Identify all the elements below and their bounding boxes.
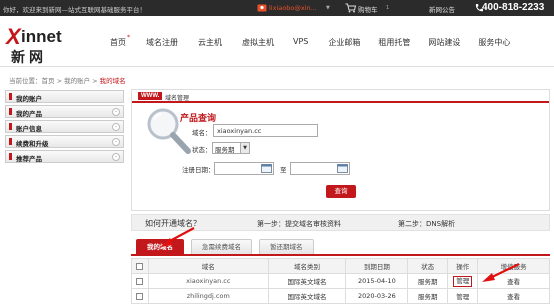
notice-link[interactable]: 新网公告: [429, 4, 455, 14]
collapse-icon[interactable]: -: [112, 123, 120, 131]
howto-step2: 第二步：DNS解析: [398, 220, 456, 228]
sidebar-item-my-account[interactable]: 我的账户: [5, 90, 124, 103]
col-header-action: 操作: [447, 258, 479, 274]
howto-bar: 如何开通域名？ 第一步：提交域名审核资料 第二步：DNS解析: [131, 214, 550, 231]
chevron-down-icon[interactable]: ▼: [326, 5, 330, 11]
category-cell: 国际英文域名: [267, 273, 347, 289]
nav-service-center[interactable]: 服务中心: [478, 37, 510, 53]
table-row: xiaoxinyan.cc 国际英文域名 2015-04-10 服务期 管理 查…: [131, 273, 550, 289]
view-service-link[interactable]: 查看: [477, 288, 550, 304]
breadcrumb-current: 我的域名: [99, 77, 126, 85]
sidebar-item-recommended[interactable]: 推荐产品 -: [5, 150, 124, 163]
sidebar-item-my-products[interactable]: 我的产品 -: [5, 105, 124, 118]
marker-bar: [9, 153, 12, 160]
query-title: 产品查询: [180, 114, 217, 124]
cart-count-badge: 1: [386, 5, 390, 11]
nav-badge: *: [127, 34, 130, 41]
col-header-status: 状态: [407, 258, 449, 274]
register-date-label: 注册日期：: [182, 166, 215, 174]
collapse-icon[interactable]: -: [112, 153, 120, 161]
hotline-number: 400-818-2233: [482, 2, 545, 13]
nav-home[interactable]: 首页 *: [110, 34, 130, 53]
manage-link[interactable]: 管理: [453, 275, 473, 287]
table-header-row: 域名 域名类别 到期日期 状态 操作 增值服务: [131, 258, 550, 274]
expiry-cell: 2020-03-26: [345, 288, 409, 304]
domain-label: 域名：: [192, 129, 212, 137]
date-separator: 至: [280, 166, 287, 174]
category-cell: 国际英文域名: [267, 288, 347, 304]
howto-step1: 第一步：提交域名审核资料: [257, 220, 341, 228]
date-start-input[interactable]: [214, 162, 274, 175]
user-icon: [257, 4, 267, 12]
col-header-service: 增值服务: [477, 258, 550, 274]
top-bar: 你好，欢迎来到新网—站式互联网基础服务平台！ lixiaobo@xin... ▼…: [0, 0, 554, 16]
panel-header: WWW. 域名管理: [132, 90, 549, 103]
cart-icon[interactable]: [345, 3, 356, 13]
marker-bar: [9, 108, 12, 115]
collapse-icon[interactable]: -: [112, 138, 120, 146]
howto-question[interactable]: 如何开通域名？: [145, 218, 201, 229]
www-tag: WWW.: [138, 92, 163, 100]
col-header-domain: 域名: [147, 258, 269, 274]
calendar-icon[interactable]: [261, 164, 272, 173]
panel-title: 域名管理: [165, 95, 190, 102]
nav-enterprise-mail[interactable]: 企业邮箱: [328, 37, 360, 53]
nav-website-build[interactable]: 网站建设: [428, 37, 460, 53]
collapse-icon[interactable]: -: [112, 108, 120, 116]
manage-link[interactable]: 管理: [447, 288, 479, 304]
status-select[interactable]: 服务期 ▼: [212, 142, 250, 154]
domain-cell: zhilingdj.com: [147, 288, 269, 304]
status-cell: 服务期: [407, 288, 449, 304]
nav-virtual-host[interactable]: 虚拟主机: [242, 37, 274, 53]
status-label: 状态：: [192, 146, 212, 154]
table-row: zhilingdj.com 国际英文域名 2020-03-26 服务期 管理 查…: [131, 288, 550, 304]
nav-cloud-host[interactable]: 云主机: [198, 37, 222, 53]
nav-domain-register[interactable]: 域名注册: [146, 37, 178, 53]
breadcrumb: 当前位置：首页 > 我的账户 > 我的域名: [9, 77, 126, 85]
tab-my-domains[interactable]: 我的域名: [136, 239, 184, 254]
domain-cell: xiaoxinyan.cc: [147, 273, 269, 289]
header-divider: [0, 66, 554, 67]
sidebar-item-renew-upgrade[interactable]: 续费和升级 -: [5, 135, 124, 148]
marker-bar: [9, 123, 12, 130]
calendar-icon[interactable]: [337, 164, 348, 173]
expiry-cell: 2015-04-10: [345, 273, 409, 289]
domain-table: 域名 域名类别 到期日期 状态 操作 增值服务 xiaoxinyan.cc 国际…: [131, 258, 550, 304]
tab-grace-period[interactable]: 暂还期域名: [259, 239, 314, 254]
nav-vps[interactable]: VPS: [293, 37, 308, 53]
cart-link[interactable]: 购物车: [358, 4, 378, 14]
col-header-category: 域名类别: [267, 258, 347, 274]
query-button[interactable]: 查询: [326, 185, 356, 198]
date-end-input[interactable]: [290, 162, 350, 175]
domain-input[interactable]: [213, 124, 318, 137]
nav-hosting[interactable]: 租用托管: [378, 37, 410, 53]
select-all-checkbox[interactable]: [136, 262, 144, 270]
sidebar-item-account-info[interactable]: 账户信息 -: [5, 120, 124, 133]
dropdown-arrow-icon: ▼: [240, 143, 249, 153]
xinnet-logo[interactable]: X innet 新网: [6, 24, 66, 66]
welcome-text: 你好，欢迎来到新网—站式互联网基础服务平台！: [3, 6, 146, 14]
status-cell: 服务期: [407, 273, 449, 289]
marker-bar: [9, 138, 12, 145]
tab-urgent-renew[interactable]: 急需续费域名: [191, 239, 252, 254]
sidebar: 我的账户 我的产品 - 账户信息 - 续费和升级 - 推荐产品 -: [5, 90, 124, 165]
select-all-cell: [131, 258, 149, 274]
row-checkbox[interactable]: [136, 277, 144, 285]
row-checkbox[interactable]: [136, 292, 144, 300]
user-account-link[interactable]: lixiaobo@xin...: [269, 4, 317, 12]
main-nav: 首页 * 域名注册 云主机 虚拟主机 VPS 企业邮箱 租用托管 网站建设 服务中…: [110, 34, 510, 53]
view-service-link[interactable]: 查看: [477, 273, 550, 289]
tab-underline: [131, 254, 550, 256]
marker-bar: [9, 93, 12, 100]
col-header-expiry: 到期日期: [345, 258, 409, 274]
